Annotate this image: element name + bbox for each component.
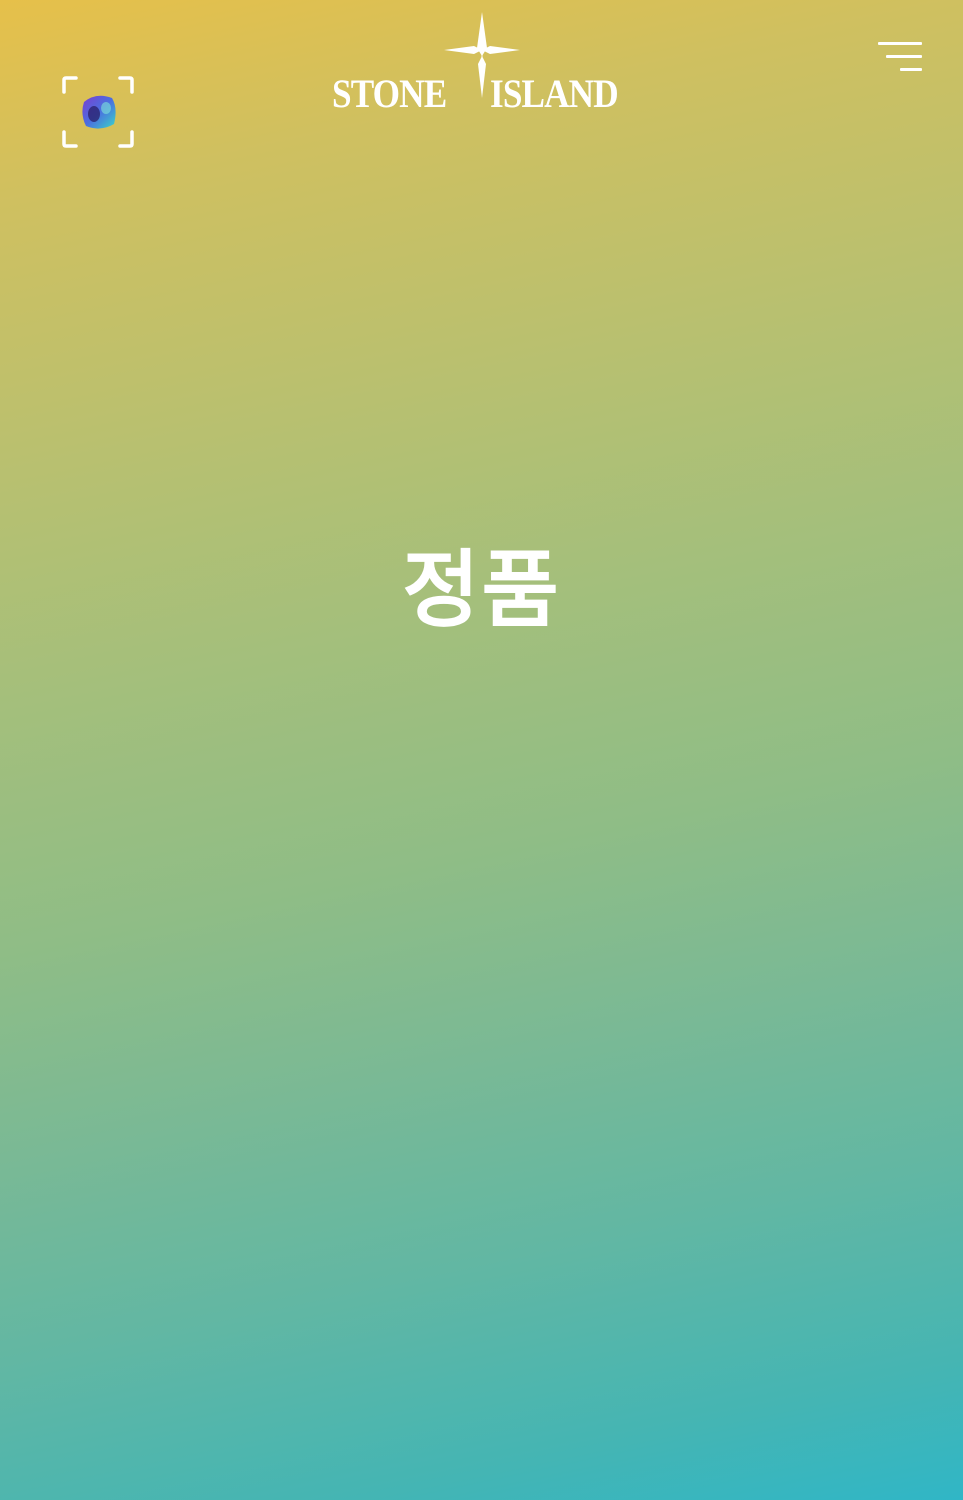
ar-scan-button[interactable] xyxy=(60,74,136,150)
stone-island-logo[interactable]: STONE ISLAND xyxy=(332,10,632,122)
ar-scan-icon xyxy=(62,76,134,148)
logo-text-island: ISLAND xyxy=(490,71,619,116)
hamburger-menu-icon-bar xyxy=(900,68,922,71)
hamburger-menu-icon xyxy=(878,42,922,45)
authentic-headline: 정품 xyxy=(402,541,561,639)
hamburger-menu-button[interactable] xyxy=(872,36,928,78)
authenticity-screen: STONE ISLAND 정품 xyxy=(0,0,963,1500)
hamburger-menu-icon-bar xyxy=(886,55,922,58)
logo-text-stone: STONE xyxy=(332,71,447,116)
